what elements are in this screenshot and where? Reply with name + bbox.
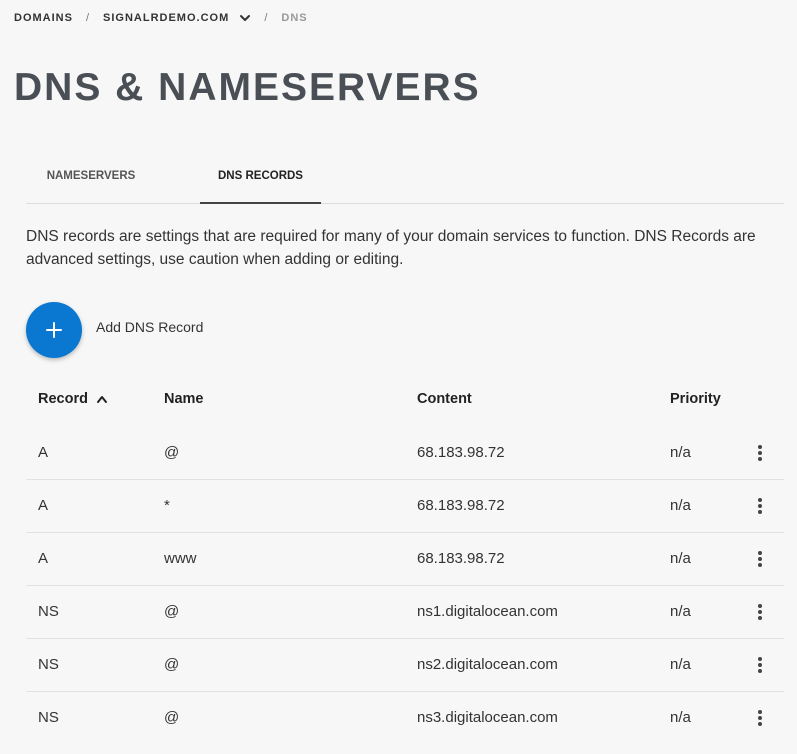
breadcrumb-domain-label: SIGNALRDEMO.COM (103, 12, 230, 24)
table-row: NS @ ns2.digitalocean.com n/a (26, 639, 784, 692)
record-type-cell: NS (38, 656, 59, 673)
add-dns-record-button[interactable] (26, 302, 82, 358)
table-row: A www 68.183.98.72 n/a (26, 533, 784, 586)
record-priority-cell: n/a (670, 550, 691, 567)
column-header-record-label: Record (38, 391, 88, 407)
record-name-cell: * (164, 497, 170, 514)
record-name-cell: @ (164, 656, 180, 673)
table-row: NS @ ns3.digitalocean.com n/a (26, 692, 784, 744)
record-content-cell: 68.183.98.72 (417, 550, 505, 567)
breadcrumb-separator: / (85, 12, 91, 25)
record-priority-cell: n/a (670, 709, 691, 726)
column-header-priority[interactable]: Priority (670, 391, 721, 407)
record-type-cell: NS (38, 603, 59, 620)
more-options-icon[interactable] (752, 653, 768, 677)
table-row: A * 68.183.98.72 n/a (26, 480, 784, 533)
breadcrumb-domains-link[interactable]: DOMAINS (14, 12, 73, 24)
record-content-cell: 68.183.98.72 (417, 497, 505, 514)
column-header-content[interactable]: Content (417, 391, 472, 407)
record-name-cell: @ (164, 444, 180, 461)
more-options-icon[interactable] (752, 547, 768, 571)
record-priority-cell: n/a (670, 497, 691, 514)
plus-icon (46, 322, 62, 338)
tab-bar: NAMESERVERS DNS RECORDS (26, 150, 784, 204)
column-header-record[interactable]: Record (38, 391, 108, 407)
add-dns-record-label[interactable]: Add DNS Record (96, 319, 203, 335)
record-type-cell: A (38, 497, 49, 514)
record-type-cell: A (38, 550, 49, 567)
tab-nameservers[interactable]: NAMESERVERS (26, 150, 156, 202)
breadcrumb-domain-dropdown[interactable]: SIGNALRDEMO.COM (103, 12, 251, 24)
table-header: Record Name Content Priority (26, 374, 784, 427)
more-options-icon[interactable] (752, 600, 768, 624)
chevron-down-icon (240, 15, 251, 22)
record-content-cell: ns1.digitalocean.com (417, 603, 558, 620)
record-priority-cell: n/a (670, 603, 691, 620)
record-content-cell: ns2.digitalocean.com (417, 656, 558, 673)
intro-text: DNS records are settings that are requir… (26, 228, 756, 268)
table-row: A @ 68.183.98.72 n/a (26, 427, 784, 480)
breadcrumb-separator: / (264, 12, 269, 25)
breadcrumb-current: DNS (281, 12, 308, 25)
record-priority-cell: n/a (670, 444, 691, 461)
dns-records-table: Record Name Content Priority A @ 68.183.… (26, 374, 784, 744)
table-row: NS @ ns1.digitalocean.com n/a (26, 586, 784, 639)
more-options-icon[interactable] (752, 706, 768, 730)
tab-dns-records[interactable]: DNS RECORDS (200, 150, 321, 204)
more-options-icon[interactable] (752, 441, 768, 465)
breadcrumb: DOMAINS / SIGNALRDEMO.COM / DNS (14, 12, 308, 24)
record-name-cell: www (164, 550, 197, 567)
record-name-cell: @ (164, 709, 180, 726)
record-type-cell: A (38, 444, 49, 461)
record-priority-cell: n/a (670, 656, 691, 673)
page-title: DNS & NAMESERVERS (14, 66, 481, 109)
column-header-name[interactable]: Name (164, 391, 204, 407)
record-content-cell: 68.183.98.72 (417, 444, 505, 461)
more-options-icon[interactable] (752, 494, 768, 518)
record-content-cell: ns3.digitalocean.com (417, 709, 558, 726)
sort-ascending-icon (97, 396, 107, 404)
record-name-cell: @ (164, 603, 180, 620)
record-type-cell: NS (38, 709, 59, 726)
